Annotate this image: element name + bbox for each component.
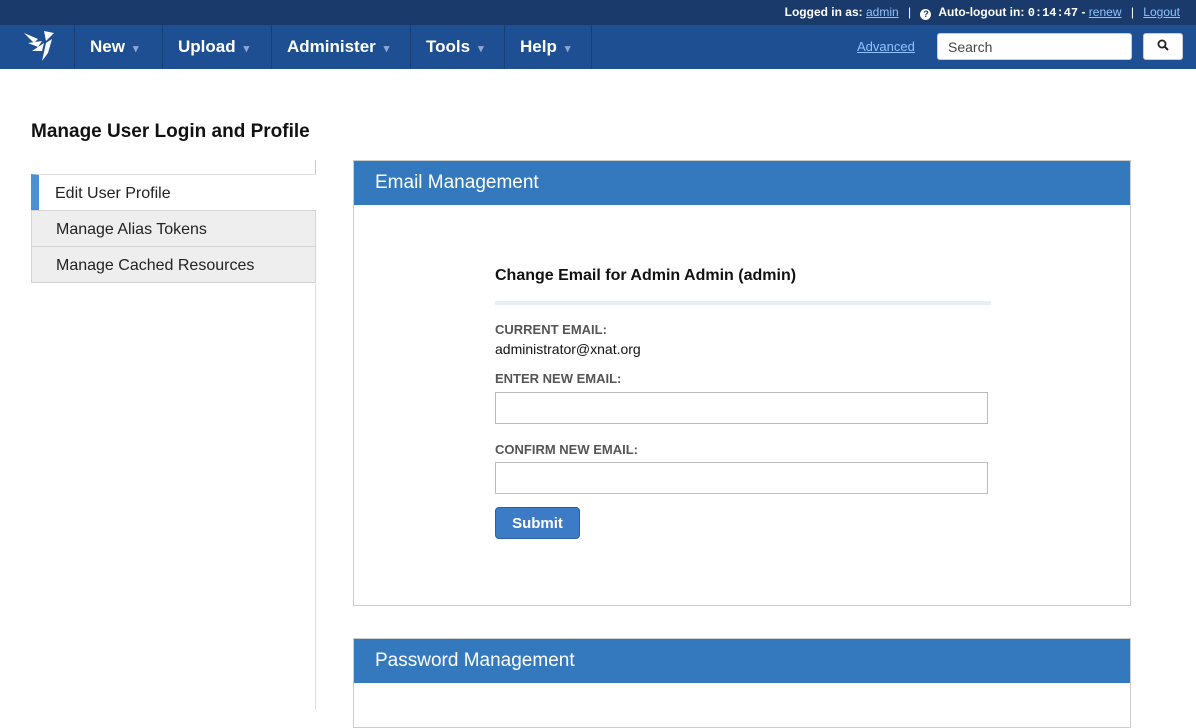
search-icon <box>1157 39 1169 51</box>
session-info: Logged in as: admin | ? Auto-logout in: … <box>785 5 1180 20</box>
renew-link[interactable]: renew <box>1089 5 1122 19</box>
nav-label: Administer <box>287 37 376 56</box>
separator: | <box>1130 5 1134 19</box>
panel-title: Email Management <box>354 161 1130 205</box>
panel-title: Password Management <box>354 639 1130 683</box>
tab-manage-cached-resources[interactable]: Manage Cached Resources <box>31 246 316 283</box>
nav-tools[interactable]: Tools ▾ <box>410 25 504 69</box>
divider <box>315 284 316 710</box>
nav-label: Help <box>520 37 557 56</box>
divider <box>495 301 991 305</box>
current-email-label: CURRENT EMAIL: <box>495 322 607 337</box>
new-email-label: ENTER NEW EMAIL: <box>495 371 622 386</box>
page-title: Manage User Login and Profile <box>31 121 310 142</box>
confirm-email-label: CONFIRM NEW EMAIL: <box>495 442 638 457</box>
current-email-value: administrator@xnat.org <box>495 341 641 357</box>
tab-manage-alias-tokens[interactable]: Manage Alias Tokens <box>31 210 316 247</box>
chevron-down-icon: ▾ <box>383 43 390 55</box>
logged-in-label: Logged in as: <box>784 5 863 19</box>
chevron-down-icon: ▾ <box>564 43 571 55</box>
tab-edit-user-profile[interactable]: Edit User Profile <box>31 174 316 211</box>
search-button[interactable] <box>1143 33 1183 60</box>
nav-label: New <box>90 37 125 56</box>
chevron-down-icon: ▾ <box>132 43 139 55</box>
question-circle-icon: ? <box>920 9 932 20</box>
search-input[interactable] <box>937 33 1132 60</box>
divider <box>315 160 316 174</box>
submit-button[interactable]: Submit <box>495 507 580 539</box>
email-management-panel: Email Management Change Email for Admin … <box>353 160 1131 606</box>
change-email-form: Change Email for Admin Admin (admin) CUR… <box>495 267 991 539</box>
username-link[interactable]: admin <box>866 5 899 19</box>
logout-link[interactable]: Logout <box>1143 5 1180 19</box>
nav-administer[interactable]: Administer ▾ <box>271 25 410 69</box>
submit-row: Submit <box>495 507 991 539</box>
chevron-down-icon: ▾ <box>478 43 484 55</box>
separator: | <box>908 5 912 19</box>
form-heading: Change Email for Admin Admin (admin) <box>495 267 797 284</box>
chevron-down-icon: ▾ <box>243 43 250 55</box>
autologout-label: Auto-logout in: <box>938 5 1025 19</box>
confirm-email-field[interactable] <box>495 462 988 494</box>
nav-label: Tools <box>426 37 471 56</box>
session-bar: Logged in as: admin | ? Auto-logout in: … <box>0 0 1196 25</box>
password-management-panel: Password Management <box>353 638 1131 728</box>
nav-new[interactable]: New ▾ <box>74 25 162 69</box>
nav-label: Upload <box>178 37 236 56</box>
nav-upload[interactable]: Upload ▾ <box>162 25 271 69</box>
countdown-timer: 0:14:47 <box>1027 6 1079 20</box>
advanced-search-link[interactable]: Advanced <box>857 39 915 54</box>
new-email-field[interactable] <box>495 392 988 424</box>
main-navbar: New ▾ Upload ▾ Administer ▾ Tools ▾ Help ▾ Ad… <box>0 25 1196 69</box>
dash-separator: - <box>1081 5 1089 19</box>
xnat-logo-icon[interactable] <box>20 29 60 63</box>
nav-help[interactable]: Help ▾ <box>504 25 592 69</box>
